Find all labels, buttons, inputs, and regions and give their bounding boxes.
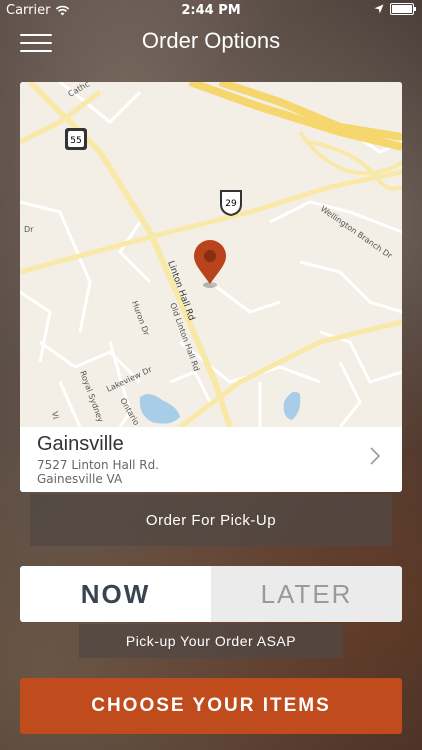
nav-bar: Order Options <box>0 22 422 62</box>
timing-toggle: NOW LATER <box>20 566 402 622</box>
location-name: Gainsville <box>37 433 124 455</box>
street-label: Vi <box>50 411 60 420</box>
location-address: 7527 Linton Hall Rd. Gainesville VA <box>37 458 159 486</box>
later-segment[interactable]: LATER <box>211 566 402 622</box>
choose-items-button[interactable]: CHOOSE YOUR ITEMS <box>20 678 402 734</box>
location-row[interactable]: Gainsville 7527 Linton Hall Rd. Gainesvi… <box>20 427 402 492</box>
order-type-button[interactable]: Order For Pick-Up <box>30 494 392 546</box>
status-right <box>374 3 416 15</box>
battery-icon <box>390 3 416 15</box>
svg-text:55: 55 <box>70 136 81 146</box>
address-line2: Gainesville VA <box>37 472 123 486</box>
chevron-right-icon <box>370 447 380 465</box>
location-arrow-icon <box>374 4 384 14</box>
status-bar: Carrier 2:44 PM <box>0 0 422 22</box>
status-time: 2:44 PM <box>181 3 241 18</box>
now-segment[interactable]: NOW <box>20 566 211 622</box>
svg-text:29: 29 <box>225 199 237 209</box>
location-card: 55 29 Cathc Linton Hall Rd Old Linton Ha… <box>20 82 402 492</box>
address-line1: 7527 Linton Hall Rd. <box>37 458 160 472</box>
route-29-shield: 29 <box>220 190 242 216</box>
page-title: Order Options <box>141 28 281 53</box>
route-55-shield: 55 <box>65 128 87 150</box>
street-label: Dr <box>24 225 34 234</box>
map-graphic: 55 29 Cathc Linton Hall Rd Old Linton Ha… <box>20 82 402 429</box>
timing-caption: Pick-up Your Order ASAP <box>79 624 343 658</box>
map[interactable]: 55 29 Cathc Linton Hall Rd Old Linton Ha… <box>20 82 402 429</box>
